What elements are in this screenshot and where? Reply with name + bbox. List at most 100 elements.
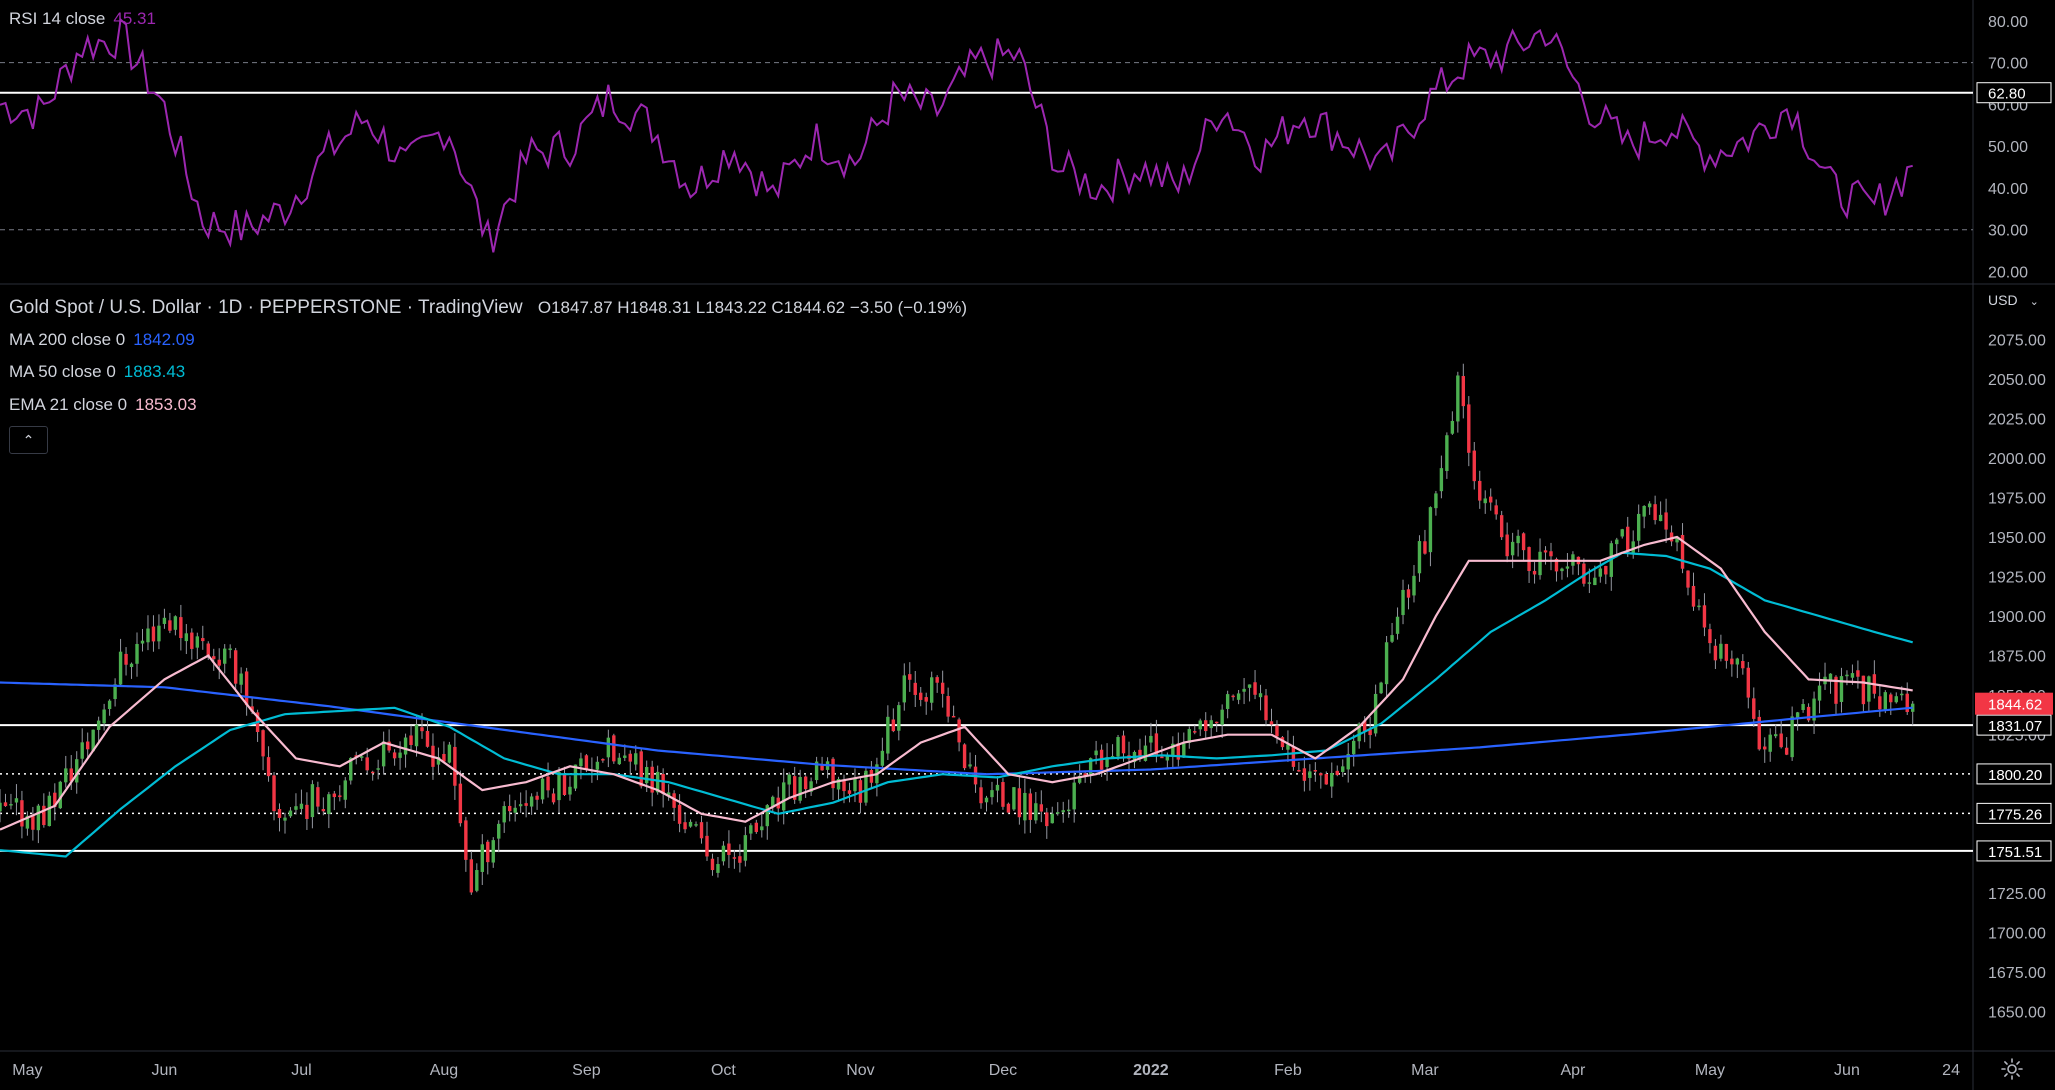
candle-body xyxy=(913,682,917,695)
currency-selector[interactable]: USD ⌄ xyxy=(1988,292,2039,308)
candle-body xyxy=(1467,404,1471,453)
candle-body xyxy=(798,776,802,801)
rsi-level-label: 62.80 xyxy=(1988,86,2026,103)
price-tick-label: 2075.00 xyxy=(1988,332,2046,349)
price-tick-label: 1675.00 xyxy=(1988,965,2046,982)
candle-body xyxy=(1028,793,1033,820)
candle-body xyxy=(562,773,567,795)
symbol-name[interactable]: Gold Spot / U.S. Dollar xyxy=(9,297,201,318)
candle-body xyxy=(1209,720,1213,729)
candle-body xyxy=(518,804,523,807)
candle-body xyxy=(1768,734,1772,752)
candle-body xyxy=(157,625,161,642)
low-value: L1843.22 xyxy=(695,298,767,317)
candle-body xyxy=(124,653,128,665)
candle-body xyxy=(1351,740,1356,755)
candle-body xyxy=(9,804,13,806)
gear-icon[interactable] xyxy=(2000,1057,2024,1081)
time-tick-label: 2022 xyxy=(1133,1062,1169,1079)
candle-body xyxy=(1647,503,1652,508)
candle-body xyxy=(1499,515,1504,538)
candle-body xyxy=(376,768,380,770)
candle-body xyxy=(365,757,369,771)
candle-body xyxy=(151,626,156,642)
candle-body xyxy=(1384,642,1389,685)
candle-body xyxy=(201,638,205,642)
candle-body xyxy=(529,796,534,807)
candle-body xyxy=(299,803,304,809)
chart-title-row: Gold Spot / U.S. Dollar · 1D · PEPPERSTO… xyxy=(9,297,968,318)
candle-body xyxy=(908,674,912,680)
candle-body xyxy=(634,753,638,765)
candle-body xyxy=(1450,420,1455,434)
candle-body xyxy=(491,840,495,863)
candle-body xyxy=(990,790,994,798)
candle-body xyxy=(1390,635,1394,642)
candle-body xyxy=(244,671,249,706)
last-price-label: 1844.62 xyxy=(1988,697,2042,714)
candle-body xyxy=(1702,605,1707,628)
candle-body xyxy=(1417,541,1422,574)
candle-body xyxy=(639,751,643,787)
candle-body xyxy=(1839,676,1844,702)
candle-body xyxy=(1324,774,1328,785)
candle-body xyxy=(310,784,315,818)
candle-body xyxy=(1428,507,1433,553)
candle-body xyxy=(661,773,665,794)
candle-body xyxy=(1264,695,1268,721)
candle-body xyxy=(102,709,106,724)
candle-body xyxy=(420,727,424,732)
candle-body xyxy=(688,821,693,827)
candle-body xyxy=(283,817,287,821)
candle-body xyxy=(223,648,227,664)
candle-body xyxy=(184,633,189,642)
candle-body xyxy=(469,859,474,893)
candle-body xyxy=(1143,745,1148,761)
candle-body xyxy=(606,737,611,758)
interval[interactable]: 1D xyxy=(218,297,242,318)
ma50-legend[interactable]: MA 50 close 0 1883.43 xyxy=(9,362,185,382)
time-tick-label: Oct xyxy=(711,1062,736,1079)
candle-body xyxy=(1214,721,1219,724)
rsi-value: 45.31 xyxy=(113,9,156,28)
candle-body xyxy=(984,797,989,803)
open-value: O1847.87 xyxy=(537,298,613,317)
candle-body xyxy=(1472,450,1476,482)
candle-body xyxy=(1094,750,1098,756)
candle-body xyxy=(1193,731,1197,733)
candle-body xyxy=(179,617,183,639)
currency-label: USD xyxy=(1988,292,2018,308)
candle-body xyxy=(409,735,413,745)
candle-body xyxy=(940,682,945,694)
ma200-line xyxy=(0,681,1913,776)
candle-body xyxy=(129,663,134,668)
candle-body xyxy=(727,843,731,855)
ema21-legend[interactable]: EMA 21 close 0 1853.03 xyxy=(9,395,197,415)
high-value: H1848.31 xyxy=(617,298,692,317)
candle-body xyxy=(546,776,550,791)
price-tick-label: 1950.00 xyxy=(1988,530,2046,547)
candle-body xyxy=(1302,768,1307,781)
price-level-label: 1751.51 xyxy=(1988,844,2042,861)
candle-body xyxy=(721,845,726,862)
ma200-legend[interactable]: MA 200 close 0 1842.09 xyxy=(9,330,195,350)
rsi-tick-label: 30.00 xyxy=(1988,223,2028,240)
candle-body xyxy=(1297,769,1301,772)
collapse-legend-button[interactable]: ⌃ xyxy=(9,426,48,454)
candle-body xyxy=(1121,735,1126,754)
ma50-value: 1883.43 xyxy=(123,362,186,381)
price-level-label: 1800.20 xyxy=(1988,767,2042,784)
time-tick-label: Feb xyxy=(1274,1062,1302,1079)
candle-body xyxy=(14,798,19,803)
candle-body xyxy=(261,730,265,757)
candle-body xyxy=(699,822,704,839)
candle-body xyxy=(749,825,753,834)
candle-body xyxy=(1308,771,1312,778)
candle-body xyxy=(540,778,545,800)
candle-body xyxy=(760,826,764,831)
ma200-label: MA 200 close 0 xyxy=(9,330,126,349)
candle-body xyxy=(902,675,906,703)
candle-body xyxy=(327,794,331,815)
candle-body xyxy=(1056,812,1060,814)
candle-body xyxy=(1878,696,1882,710)
